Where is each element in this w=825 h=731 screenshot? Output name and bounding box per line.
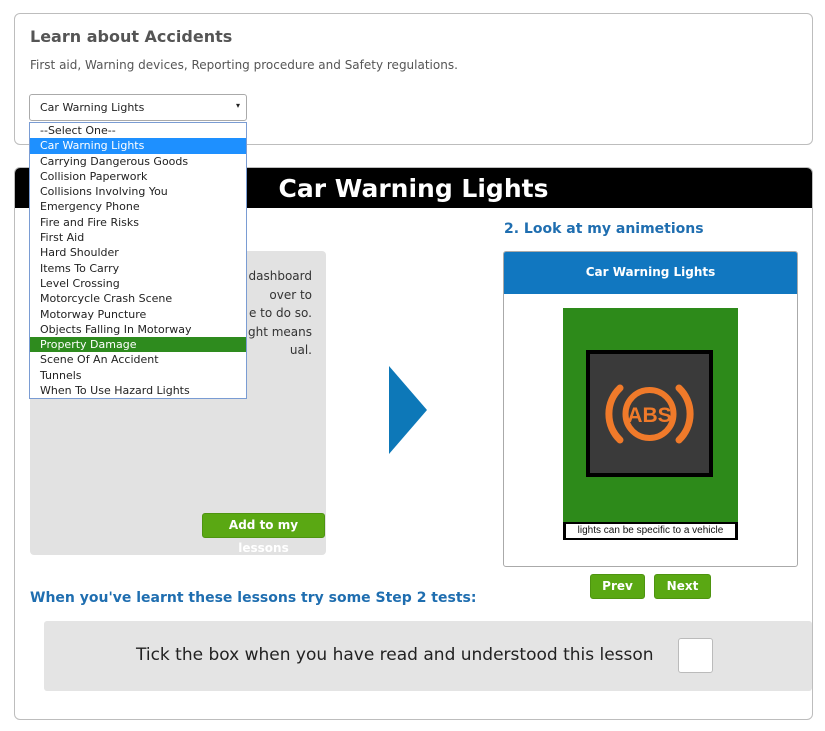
tick-label: Tick the box when you have read and unde… bbox=[136, 645, 654, 665]
next-button[interactable]: Next bbox=[654, 574, 711, 599]
dropdown-option[interactable]: First Aid bbox=[30, 230, 246, 245]
dropdown-option[interactable]: Property Damage bbox=[30, 337, 246, 353]
page-title: Learn about Accidents bbox=[30, 27, 233, 46]
animation-header: Car Warning Lights bbox=[504, 252, 797, 294]
topic-dropdown-list[interactable]: --Select One-- Car Warning Lights Carrying… bbox=[29, 122, 247, 399]
dropdown-option[interactable]: Scene Of An Accident bbox=[30, 352, 246, 367]
lesson-complete-row: Tick the box when you have read and unde… bbox=[44, 621, 812, 691]
animation-caption: lights can be specific to a vehicle bbox=[563, 522, 738, 540]
lesson-complete-checkbox[interactable] bbox=[678, 638, 713, 673]
animation-frame: ABS lights can be specific to a vehicle bbox=[563, 308, 738, 540]
dropdown-option[interactable]: Collision Paperwork bbox=[30, 169, 246, 184]
animations-heading: 2. Look at my animetions bbox=[504, 221, 704, 237]
dropdown-option[interactable]: Hard Shoulder bbox=[30, 245, 246, 260]
arrow-right-icon bbox=[389, 366, 427, 454]
dropdown-option[interactable]: When To Use Hazard Lights bbox=[30, 383, 246, 398]
dropdown-option[interactable]: Motorcycle Crash Scene bbox=[30, 291, 246, 306]
add-to-lessons-button[interactable]: Add to my lessons bbox=[202, 513, 325, 555]
dropdown-option[interactable]: Fire and Fire Risks bbox=[30, 215, 246, 230]
dropdown-option[interactable]: Car Warning Lights bbox=[30, 138, 246, 154]
dropdown-option[interactable]: Emergency Phone bbox=[30, 199, 246, 214]
chevron-down-icon: ▾ bbox=[235, 101, 240, 110]
topic-select[interactable]: Car Warning Lights ▾ bbox=[29, 94, 247, 121]
prev-button[interactable]: Prev bbox=[590, 574, 645, 599]
animation-caption-text: lights can be specific to a vehicle bbox=[566, 524, 735, 538]
dropdown-option[interactable]: Level Crossing bbox=[30, 276, 246, 291]
abs-icon-label: ABS bbox=[627, 404, 671, 427]
dropdown-option[interactable]: Motorway Puncture bbox=[30, 307, 246, 322]
dropdown-option[interactable]: Carrying Dangerous Goods bbox=[30, 154, 246, 169]
dropdown-option[interactable]: Collisions Involving You bbox=[30, 184, 246, 199]
animation-box: Car Warning Lights ABS lights can be spe… bbox=[503, 251, 798, 567]
dropdown-option[interactable]: Objects Falling In Motorway bbox=[30, 322, 246, 337]
abs-warning-light: ABS bbox=[586, 350, 713, 477]
tests-heading: When you've learnt these lessons try som… bbox=[30, 590, 477, 606]
dropdown-option[interactable]: Tunnels bbox=[30, 368, 246, 383]
abs-icon: ABS bbox=[605, 384, 694, 444]
dropdown-option[interactable]: --Select One-- bbox=[30, 123, 246, 138]
topic-select-value: Car Warning Lights bbox=[40, 101, 145, 114]
dropdown-option[interactable]: Items To Carry bbox=[30, 261, 246, 276]
page-subtitle: First aid, Warning devices, Reporting pr… bbox=[30, 58, 458, 72]
